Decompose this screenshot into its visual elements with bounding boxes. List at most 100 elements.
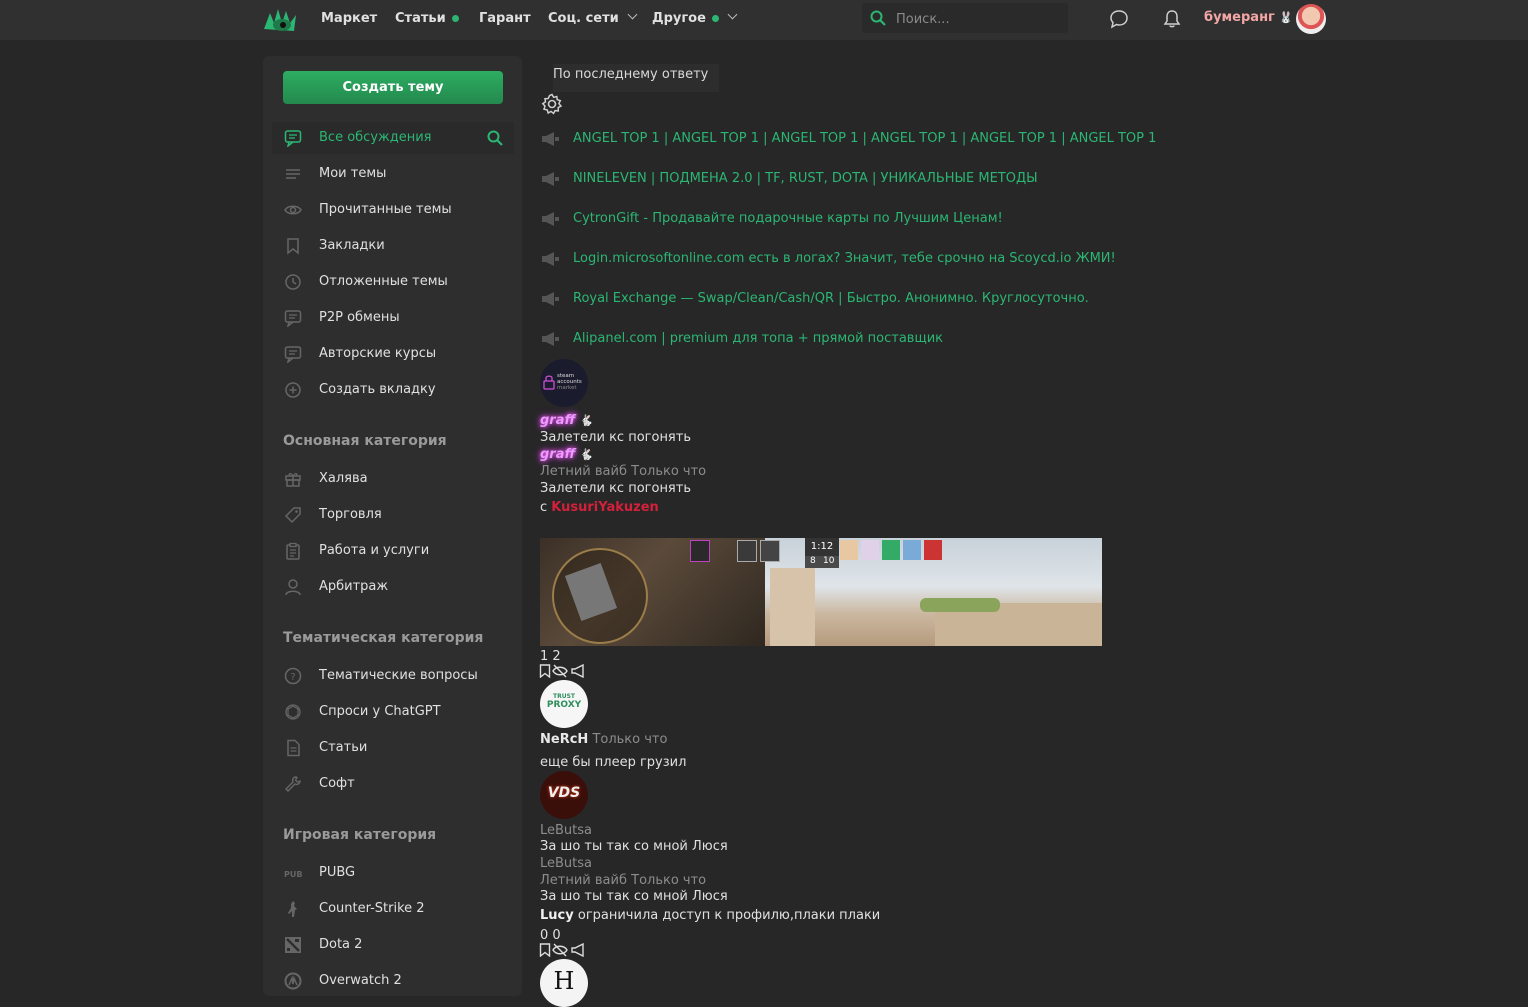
sticky-thread-link[interactable]: CytronGift - Продавайте подарочные карты… <box>573 209 1003 229</box>
create-thread-button[interactable]: Создать тему <box>283 71 503 104</box>
eye-slash-icon[interactable] <box>552 943 568 957</box>
eye-slash-icon[interactable] <box>552 664 568 678</box>
sidebar: Создать тему Все обсуждения Мои темы Про… <box>263 56 522 996</box>
sidebar-item-freebies[interactable]: Халява <box>272 463 514 495</box>
minimap <box>552 548 648 644</box>
sidebar-item-articles[interactable]: Статьи <box>272 732 514 764</box>
conversations-icon[interactable] <box>1109 9 1129 29</box>
sidebar-item-overwatch2[interactable]: Overwatch 2 <box>272 965 514 997</box>
rabbit-icon: 🐰 <box>1279 11 1294 24</box>
author-link[interactable]: graff <box>540 447 575 462</box>
sort-order-selector[interactable]: По последнему ответу <box>553 64 719 92</box>
chat-icon <box>284 130 302 147</box>
gift-icon <box>285 473 301 487</box>
thread-avatar[interactable]: TRUST PROXY <box>540 680 588 728</box>
author-link[interactable]: LeButsa <box>540 822 592 839</box>
eye-icon <box>284 205 302 215</box>
team-avatars-left <box>690 540 780 562</box>
gear-icon[interactable] <box>541 93 563 115</box>
sidebar-item-chatgpt[interactable]: Спроси у ChatGPT <box>272 696 514 728</box>
sidebar-item-create-tab[interactable]: Создать вкладку <box>272 374 514 406</box>
nav-social[interactable]: Соц. сети <box>548 0 638 38</box>
thread-title[interactable]: Залетели кс погонять <box>540 429 691 446</box>
thread-preview-image[interactable]: 1:12 8 10 <box>540 538 1102 646</box>
new-indicator-dot <box>451 15 459 22</box>
thread-title[interactable]: еще бы плеер грузил <box>540 754 686 771</box>
thread-counters: 0 0 <box>540 928 561 943</box>
search-box[interactable] <box>862 3 1068 33</box>
sticky-thread-link[interactable]: Login.microsoftonline.com есть в логах? … <box>573 249 1116 269</box>
sidebar-item-read-threads[interactable]: Прочитанные темы <box>272 194 514 226</box>
category-title-main: Основная категория <box>283 433 447 449</box>
sidebar-item-p2p[interactable]: P2P обмены <box>272 302 514 334</box>
lock-icon <box>543 375 555 390</box>
question-icon: ? <box>284 667 302 685</box>
search-input[interactable] <box>894 9 1058 29</box>
sidebar-item-questions[interactable]: ? Тематические вопросы <box>272 660 514 692</box>
username-link[interactable]: бумеранг 🐰 <box>1204 10 1293 25</box>
sidebar-item-courses[interactable]: Авторские курсы <box>272 338 514 370</box>
thread-title[interactable]: За шо ты так со мной Люся <box>540 888 728 905</box>
tag-icon <box>284 507 301 524</box>
thread-title[interactable]: Залетели кс погонять <box>540 480 691 497</box>
nav-market[interactable]: Маркет <box>321 0 377 38</box>
megaphone-icon[interactable] <box>571 664 587 678</box>
sidebar-item-all-discussions[interactable]: Все обсуждения <box>272 122 514 154</box>
thread-author-line: graff 🐇 <box>540 446 593 463</box>
sidebar-item-bookmarks[interactable]: Закладки <box>272 230 514 262</box>
megaphone-icon <box>542 172 559 186</box>
thread-avatar[interactable]: H <box>540 959 588 1007</box>
thread-meta: Летний вайб Только что <box>540 463 706 480</box>
lolz-logo-icon[interactable] <box>262 3 298 35</box>
thread-author-line: graff 🐇 <box>540 412 593 429</box>
thread-category[interactable]: Летний вайб <box>540 464 627 479</box>
cs-icon <box>288 901 297 917</box>
megaphone-icon[interactable] <box>571 943 587 957</box>
round-timer: 1:12 <box>805 538 839 556</box>
sidebar-item-work[interactable]: Работа и услуги <box>272 535 514 567</box>
sidebar-item-my-threads[interactable]: Мои темы <box>272 158 514 190</box>
nav-guarantor[interactable]: Гарант <box>479 0 531 38</box>
nav-articles[interactable]: Статьи <box>395 0 459 38</box>
sticky-thread-link[interactable]: Royal Exchange — Swap/Clean/Cash/QR | Бы… <box>573 289 1089 309</box>
sidebar-item-cs2[interactable]: Counter-Strike 2 <box>272 893 514 925</box>
megaphone-icon <box>542 212 559 226</box>
sidebar-item-trading[interactable]: Торговля <box>272 499 514 531</box>
author-link[interactable]: LeButsa <box>540 855 592 872</box>
last-post-info: Lucy ограничила доступ к профилю,плаки п… <box>540 908 881 923</box>
author-link[interactable]: graff <box>540 413 575 428</box>
openai-icon <box>285 704 301 720</box>
sticky-thread-link[interactable]: NINELEVEN | ПОДМЕНА 2.0 | TF, RUST, DOTA… <box>573 169 1038 189</box>
user-avatar[interactable] <box>1296 4 1326 34</box>
thread-category[interactable]: Летний вайб <box>540 873 627 888</box>
bookmark-icon[interactable] <box>539 664 551 678</box>
category-title-thematic: Тематическая категория <box>283 630 484 646</box>
thread-title[interactable]: За шо ты так со мной Люся <box>540 838 728 855</box>
megaphone-icon <box>542 132 559 146</box>
category-title-games: Игровая категория <box>283 827 437 843</box>
participant-link[interactable]: KusuriYakuzen <box>551 500 659 515</box>
last-poster-link[interactable]: Lucy <box>540 908 574 923</box>
sidebar-item-arbitrage[interactable]: Арбитраж <box>272 571 514 603</box>
avatar-label: steam accounts market <box>557 373 582 391</box>
sticky-thread-link[interactable]: ANGEL TOP 1 | ANGEL TOP 1 | ANGEL TOP 1 … <box>573 129 1156 149</box>
sidebar-item-soft[interactable]: Софт <box>272 768 514 800</box>
nav-other[interactable]: Другое <box>652 0 738 38</box>
chevron-down-icon <box>727 9 738 20</box>
megaphone-icon <box>542 332 559 346</box>
author-link[interactable]: NeRcH <box>540 732 588 747</box>
bell-icon[interactable] <box>1162 9 1182 29</box>
thread-time: Только что <box>631 873 707 888</box>
sidebar-item-dota2[interactable]: Dota 2 <box>272 929 514 961</box>
sidebar-item-pubg[interactable]: PUBG PUBG <box>272 857 514 889</box>
bookmark-icon <box>287 238 299 255</box>
search-icon[interactable] <box>487 130 503 146</box>
megaphone-icon <box>542 252 559 266</box>
thread-avatar[interactable]: VDS <box>540 771 588 819</box>
sticky-thread-link[interactable]: Alipanel.com | premium для топа + прямой… <box>573 329 943 349</box>
wrench-icon <box>285 776 301 792</box>
bookmark-icon[interactable] <box>539 943 551 957</box>
score: 8 10 <box>805 556 839 568</box>
thread-avatar[interactable]: steam accounts market <box>540 359 588 407</box>
sidebar-item-deferred[interactable]: Отложенные темы <box>272 266 514 298</box>
